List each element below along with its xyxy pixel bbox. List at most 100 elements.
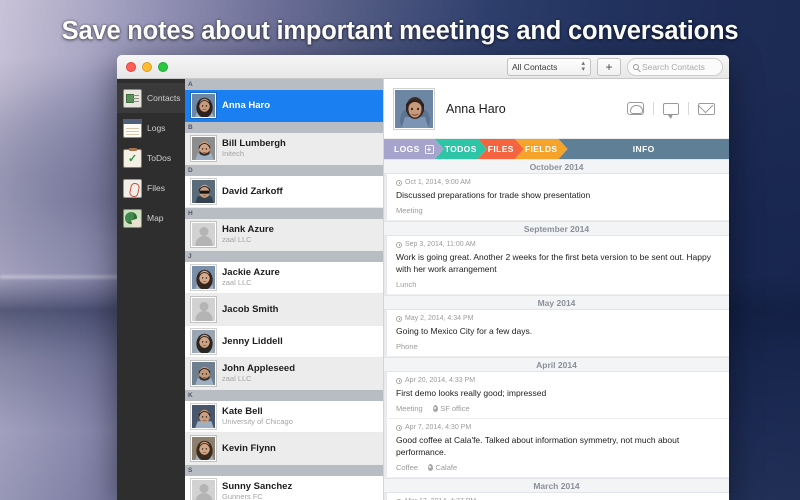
log-entry-text: Discussed preparations for trade show pr… [396,190,591,200]
tab-label: FIELDS [524,144,558,154]
minimize-button[interactable] [142,61,152,72]
log-place-tag: SF office [432,404,470,413]
clock-icon [396,315,402,322]
contact-detail-pane: Anna Haro LOGS + TODOS FILES FIELDS INFO Octo… [384,79,729,500]
avatar-photo [192,437,215,460]
log-entry[interactable]: Oct 1, 2014, 9:00 AM Discussed preparatio… [384,174,729,221]
clock-icon [396,241,402,248]
detail-tabs[interactable]: LOGS + TODOS FILES FIELDS INFO [384,139,729,159]
divider [653,102,654,115]
contact-list[interactable]: A Anna Haro B Bill Lumbergh Initech D David Za… [185,79,384,500]
search-icon [633,63,639,70]
avatar-photo [192,266,215,289]
contact-org: University of Chicago [222,417,293,426]
contact-text: Kevin Flynn [222,443,276,454]
contact-text: John Appleseed zaal LLC [222,363,295,384]
log-entry-tags: Meeting SF office [396,404,720,413]
contact-list-item[interactable]: Jacob Smith [185,294,383,326]
sidebar-item-logs[interactable]: Logs [117,113,185,143]
contact-org: Gunners FC [222,492,263,500]
avatar-photo [192,330,215,353]
log-entry[interactable]: Sep 3, 2014, 11:00 AM Work is going great… [384,236,729,295]
phone-icon[interactable] [627,102,644,115]
log-time-label: Apr 7, 2014, 4:30 PM [405,424,472,431]
sidebar-item-contacts[interactable]: Contacts [117,83,185,113]
contact-list-item[interactable]: David Zarkoff [185,176,383,208]
avatar [191,404,216,429]
log-time-label: Sep 3, 2014, 11:00 AM [405,241,476,248]
close-button[interactable] [126,61,136,72]
contact-detail-header: Anna Haro [384,79,729,139]
contact-name: Anna Haro [222,100,271,111]
log-entry-time: Apr 7, 2014, 4:30 PM [396,424,720,431]
sidebar: Contacts Logs ToDos Files Map [117,79,185,500]
contact-name: Anna Haro [446,101,506,116]
app-window: All Contacts ▴ ▾ + Search Contacts Contac… [117,55,729,500]
contact-list-item[interactable]: Sunny Sanchez Gunners FC [185,476,383,500]
avatar [191,179,216,204]
contact-text: Jenny Liddell [222,336,283,347]
contact-text: Jackie Azure zaal LLC [222,267,280,288]
contact-name: David Zarkoff [222,186,283,197]
contact-section-header: D [185,165,383,176]
log-time-label: May 2, 2014, 4:34 PM [405,315,474,322]
contact-group-popup[interactable]: All Contacts ▴ ▾ [507,58,591,76]
avatar [191,136,216,161]
contact-name: Kevin Flynn [222,443,276,454]
log-entry-time: Oct 1, 2014, 9:00 AM [396,179,720,186]
log-entry[interactable]: Apr 7, 2014, 4:30 PM Good coffee at Cala'… [384,419,729,478]
sidebar-item-label: ToDos [147,153,172,163]
tab-logs[interactable]: LOGS + [384,139,444,159]
log-month-header: April 2014 [384,357,729,372]
log-place-tag: Calafe [427,463,457,472]
logs-list[interactable]: October 2014 Oct 1, 2014, 9:00 AM Discusse… [384,159,729,500]
log-entry-tags: Lunch [396,280,720,289]
contact-list-item[interactable]: John Appleseed zaal LLC [185,358,383,390]
contact-name: Sunny Sanchez [222,481,293,492]
contact-list-item[interactable]: Jackie Azure zaal LLC [185,262,383,294]
avatar-photo [395,89,433,128]
contact-text: Hank Azure zaal LLC [222,224,274,245]
zoom-button[interactable] [158,61,168,72]
envelope-icon[interactable] [698,102,715,115]
contact-name: Bill Lumbergh [222,138,286,149]
avatar-placeholder-icon [191,479,216,500]
search-contacts-input[interactable]: Search Contacts [627,58,723,76]
sidebar-item-label: Contacts [147,93,181,103]
contact-list-item[interactable]: Jenny Liddell [185,326,383,358]
chat-bubble-icon[interactable] [663,102,679,119]
sidebar-item-files[interactable]: Files [117,173,185,203]
contact-org: zaal LLC [222,374,252,383]
log-entry[interactable]: Apr 20, 2014, 4:33 PM First demo looks re… [384,372,729,419]
contact-name: Hank Azure [222,224,274,235]
window-body: Contacts Logs ToDos Files Map A Anna Haro B Bil… [117,79,729,500]
contact-org: zaal LLC [222,278,252,287]
add-log-icon[interactable]: + [425,145,434,154]
avatar [191,436,216,461]
clock-icon [396,424,402,431]
avatar [394,88,434,129]
add-contact-button[interactable]: + [597,58,621,76]
log-entry[interactable]: May 2, 2014, 4:34 PM Going to Mexico City… [384,310,729,357]
contact-list-item[interactable]: Kate Bell University of Chicago [185,401,383,433]
contact-name: Jacob Smith [222,304,279,315]
contact-name: Jenny Liddell [222,336,283,347]
tab-info[interactable]: INFO [558,139,729,159]
sidebar-item-map[interactable]: Map [117,203,185,233]
sidebar-item-todos[interactable]: ToDos [117,143,185,173]
log-month-header: May 2014 [384,295,729,310]
avatar-photo [192,137,215,160]
promo-headline: Save notes about important meetings and … [61,17,739,45]
log-entry[interactable]: Mar 17, 2014, 4:27 PMHad Chinese. Discus… [384,493,729,500]
contact-text: Jacob Smith [222,304,279,315]
contact-section-header: B [185,122,383,133]
log-type-tag: Meeting [396,206,423,215]
contact-name: Jackie Azure [222,267,280,278]
log-type-tag: Lunch [396,280,417,289]
contact-list-item[interactable]: Anna Haro [185,90,383,122]
log-type-tag: Coffee [396,463,418,472]
contact-list-item[interactable]: Hank Azure zaal LLC [185,219,383,251]
chevron-updown-icon: ▴ ▾ [581,60,585,73]
contact-list-item[interactable]: Kevin Flynn [185,433,383,465]
contact-list-item[interactable]: Bill Lumbergh Initech [185,133,383,165]
